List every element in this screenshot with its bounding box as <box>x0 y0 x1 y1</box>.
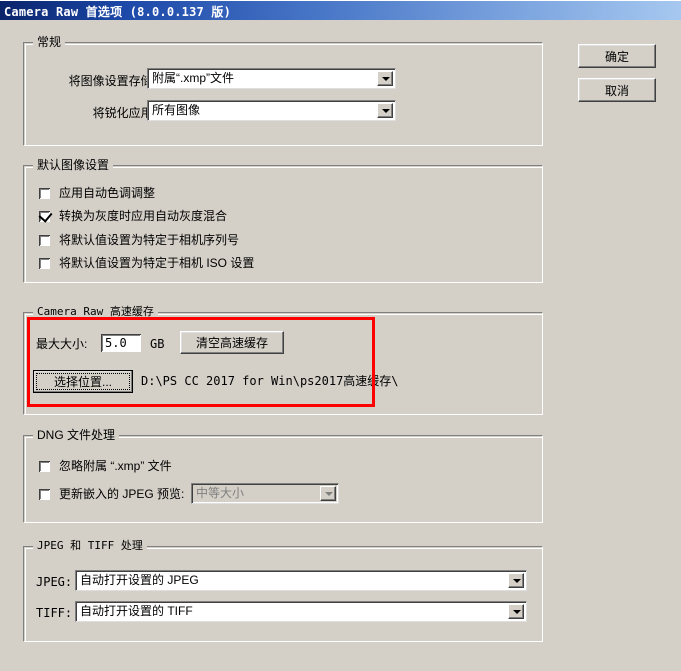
group-dng-file-handling-title: DNG 文件处理 <box>33 428 120 442</box>
select-location-button-label: 选择位置... <box>36 373 130 390</box>
window-title: Camera Raw 首选项 (8.0.0.137 版) <box>4 5 231 19</box>
purge-cache-button[interactable]: 清空高速缓存 <box>180 331 284 354</box>
checkbox-label: 转换为灰度时应用自动灰度混合 <box>59 209 228 223</box>
save-settings-dropdown[interactable]: 附属“.xmp”文件 <box>147 68 396 89</box>
jpeg-preview-size-value: 中等大小 <box>196 486 245 500</box>
checkbox-auto-tone[interactable]: 应用自动色调调整 <box>38 185 155 201</box>
max-size-input[interactable]: 5.0 <box>100 333 142 353</box>
chevron-down-icon[interactable] <box>320 486 336 501</box>
checkbox-label: 忽略附属 “.xmp” 文件 <box>59 459 172 473</box>
group-general: 常规 <box>23 35 543 146</box>
checkbox-box[interactable] <box>38 256 51 270</box>
cache-location-path: D:\PS CC 2017 for Win\ps2017高速缓存\ <box>141 374 399 388</box>
checkbox-camera-iso-default[interactable]: 将默认值设置为特定于相机 ISO 设置 <box>38 255 254 271</box>
max-size-value: 5.0 <box>105 336 127 350</box>
ok-button[interactable]: 确定 <box>578 44 656 68</box>
save-settings-value: 附属“.xmp”文件 <box>152 71 234 85</box>
jpeg-handling-value: 自动打开设置的 JPEG <box>80 573 199 587</box>
checkbox-box[interactable] <box>38 233 51 247</box>
save-settings-label: 将图像设置存储在: <box>68 74 168 88</box>
max-size-label: 最大大小: <box>36 337 88 351</box>
apply-sharpening-label: 将锐化应用于: <box>92 106 168 120</box>
checkbox-update-jpeg-preview[interactable]: 更新嵌入的 JPEG 预览: <box>38 486 184 502</box>
jpeg-preview-size-dropdown[interactable]: 中等大小 <box>191 483 339 504</box>
chevron-down-icon[interactable] <box>377 103 393 118</box>
tiff-label: TIFF: <box>36 606 73 620</box>
checkbox-label: 将默认值设置为特定于相机序列号 <box>59 233 240 247</box>
group-general-title: 常规 <box>33 35 66 49</box>
checkbox-auto-grayscale-mix[interactable]: 转换为灰度时应用自动灰度混合 <box>38 207 228 224</box>
group-camera-raw-cache: Camera Raw 高速缓存 <box>23 305 543 415</box>
tiff-handling-dropdown[interactable]: 自动打开设置的 TIFF <box>75 601 527 622</box>
checkbox-label: 更新嵌入的 JPEG 预览: <box>59 487 185 501</box>
chevron-down-icon[interactable] <box>508 604 524 619</box>
tiff-handling-value: 自动打开设置的 TIFF <box>80 604 193 618</box>
group-camera-raw-cache-title: Camera Raw 高速缓存 <box>33 305 158 319</box>
checkbox-label: 将默认值设置为特定于相机 ISO 设置 <box>59 256 255 270</box>
select-location-button[interactable]: 选择位置... <box>33 370 133 393</box>
chevron-down-icon[interactable] <box>377 71 393 86</box>
jpeg-handling-dropdown[interactable]: 自动打开设置的 JPEG <box>75 570 527 591</box>
checkbox-box[interactable] <box>38 459 51 473</box>
cancel-button[interactable]: 取消 <box>578 78 656 102</box>
checkbox-box[interactable] <box>38 487 51 501</box>
group-jpeg-tiff-handling-title: JPEG 和 TIFF 处理 <box>33 539 147 553</box>
checkbox-label: 应用自动色调调整 <box>59 186 156 200</box>
group-default-image-settings-title: 默认图像设置 <box>33 158 114 172</box>
checkbox-camera-serial-default[interactable]: 将默认值设置为特定于相机序列号 <box>38 232 239 248</box>
chevron-down-icon[interactable] <box>508 573 524 588</box>
group-jpeg-tiff-handling: JPEG 和 TIFF 处理 <box>23 539 543 642</box>
window-title-bar[interactable]: Camera Raw 首选项 (8.0.0.137 版) <box>0 0 681 20</box>
checkbox-box[interactable] <box>38 207 53 223</box>
checkbox-box[interactable] <box>38 186 51 200</box>
apply-sharpening-value: 所有图像 <box>152 103 201 117</box>
max-size-unit-label: GB <box>150 337 165 351</box>
checkbox-ignore-xmp[interactable]: 忽略附属 “.xmp” 文件 <box>38 458 172 474</box>
group-dng-file-handling: DNG 文件处理 <box>23 428 543 523</box>
jpeg-label: JPEG: <box>36 575 73 589</box>
apply-sharpening-dropdown[interactable]: 所有图像 <box>147 100 396 121</box>
